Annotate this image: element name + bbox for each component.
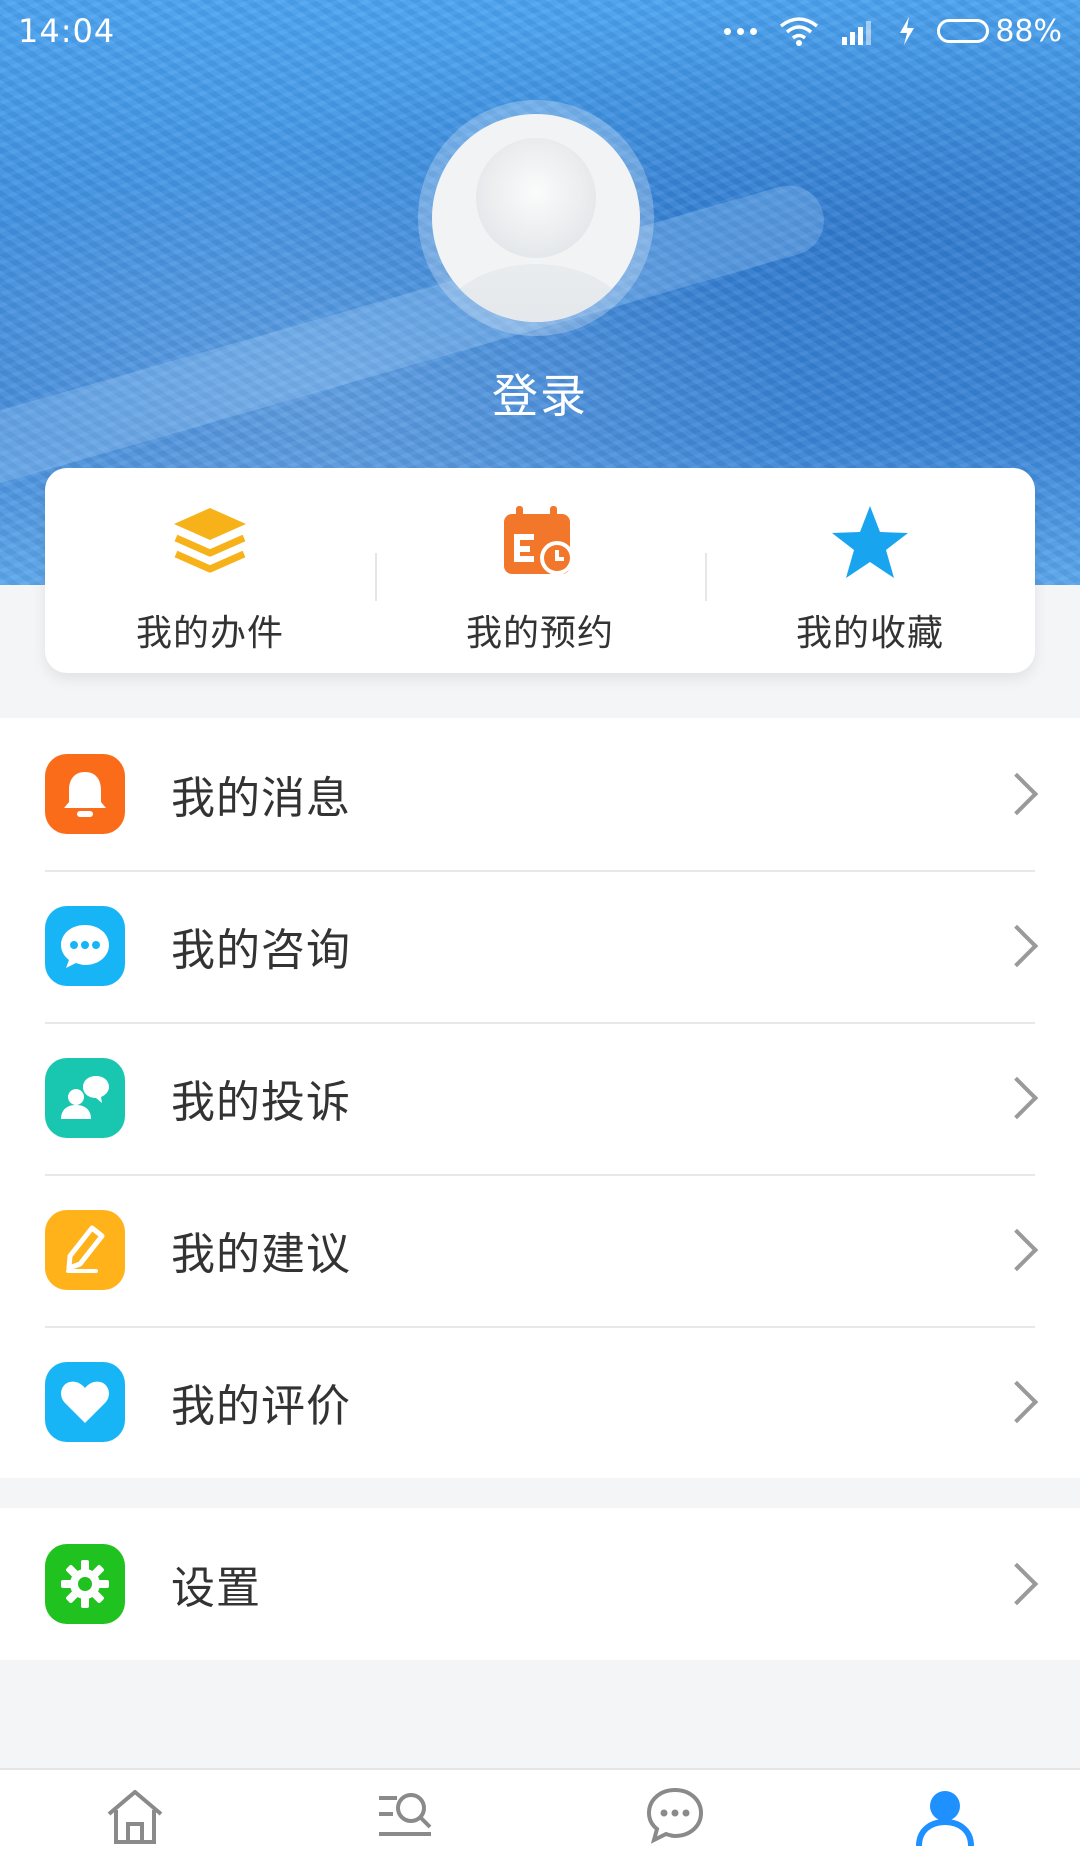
quick-action-my-appointments[interactable]: 我的预约 — [375, 468, 705, 673]
more-dots-icon — [724, 27, 758, 35]
home-icon — [107, 1790, 163, 1844]
complaint-person-icon — [45, 1058, 125, 1138]
chevron-right-icon — [995, 1562, 1039, 1606]
default-avatar-icon — [432, 114, 640, 322]
menu-item-suggestions[interactable]: 我的建议 — [0, 1174, 1080, 1326]
quick-action-label: 我的收藏 — [795, 613, 944, 654]
user-icon — [916, 1791, 974, 1847]
menu-item-label: 我的评价 — [171, 1381, 351, 1432]
battery-percent: 88% — [995, 13, 1062, 49]
star-icon — [830, 502, 910, 582]
avatar-button[interactable] — [418, 100, 654, 336]
bottom-tab-bar — [0, 1768, 1080, 1870]
pencil-icon — [45, 1210, 125, 1290]
chevron-right-icon — [995, 924, 1039, 968]
chat-bubble-icon — [45, 906, 125, 986]
menu-item-complaints[interactable]: 我的投诉 — [0, 1022, 1080, 1174]
menu-item-label: 我的建议 — [171, 1229, 351, 1280]
chevron-right-icon — [995, 1228, 1039, 1272]
menu-item-label: 我的消息 — [171, 773, 351, 824]
tab-consult[interactable] — [540, 1770, 810, 1870]
status-time: 14:04 — [18, 12, 116, 50]
login-link[interactable]: 登录 — [0, 360, 1080, 426]
status-bar: 14:04 88% — [0, 0, 1080, 62]
menu-item-label: 我的咨询 — [171, 925, 351, 976]
bell-icon — [45, 754, 125, 834]
menu-item-consultations[interactable]: 我的咨询 — [0, 870, 1080, 1022]
charging-icon — [900, 17, 915, 45]
quick-action-my-favorites[interactable]: 我的收藏 — [705, 468, 1035, 673]
gear-icon — [45, 1544, 125, 1624]
quick-action-my-cases[interactable]: 我的办件 — [45, 468, 375, 673]
menu-list: 我的消息 我的咨询 我的投诉 我的建议 我的评价 — [0, 718, 1080, 1478]
tab-profile[interactable] — [810, 1770, 1080, 1870]
wifi-icon — [780, 17, 819, 46]
battery-icon — [937, 19, 990, 43]
settings-label: 设置 — [171, 1563, 261, 1614]
calendar-clock-icon — [500, 502, 580, 582]
quick-actions-card: 我的办件 我的预约 我的收藏 — [45, 468, 1035, 673]
quick-action-label: 我的预约 — [465, 613, 614, 654]
menu-item-messages[interactable]: 我的消息 — [0, 718, 1080, 870]
menu-item-settings[interactable]: 设置 — [0, 1508, 1080, 1660]
chevron-right-icon — [995, 772, 1039, 816]
search-list-icon — [379, 1793, 432, 1836]
tab-services[interactable] — [270, 1770, 540, 1870]
chevron-right-icon — [995, 1380, 1039, 1424]
chevron-right-icon — [995, 1076, 1039, 1120]
quick-action-label: 我的办件 — [135, 613, 284, 654]
battery-indicator: 88% — [937, 14, 1062, 49]
menu-item-reviews[interactable]: 我的评价 — [0, 1326, 1080, 1478]
layers-icon — [170, 502, 250, 582]
menu-item-label: 我的投诉 — [171, 1077, 351, 1128]
tab-home[interactable] — [0, 1770, 270, 1870]
status-icons: 88% — [724, 14, 1062, 49]
settings-list: 设置 — [0, 1508, 1080, 1660]
heart-icon — [45, 1362, 125, 1442]
signal-icon — [842, 21, 872, 45]
chat-icon — [646, 1787, 704, 1844]
